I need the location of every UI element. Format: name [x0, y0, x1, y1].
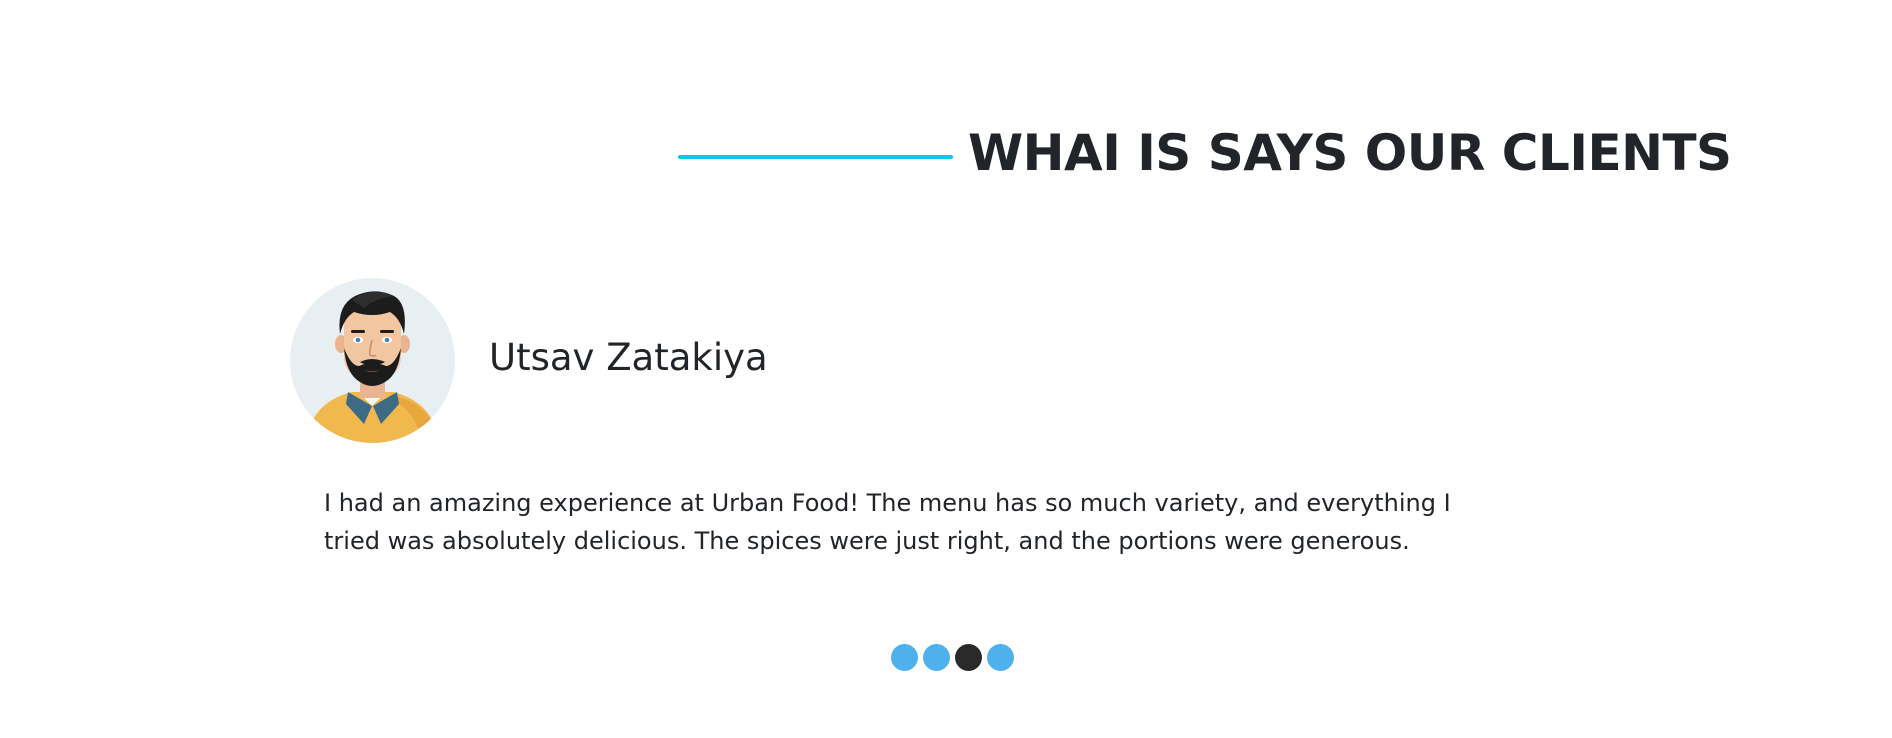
carousel-dot-1[interactable] — [891, 644, 918, 671]
heading-accent-line — [678, 155, 953, 159]
carousel-dot-2[interactable] — [923, 644, 950, 671]
carousel-indicators — [891, 644, 1014, 671]
carousel-dot-4[interactable] — [987, 644, 1014, 671]
section-title: WHAI IS SAYS OUR CLIENTS — [968, 124, 1732, 182]
bearded-man-avatar-icon — [310, 291, 435, 443]
client-avatar — [290, 278, 455, 443]
client-header: Utsav Zatakiya — [290, 278, 1190, 443]
section-heading: WHAI IS SAYS OUR CLIENTS — [0, 118, 1892, 188]
client-name: Utsav Zatakiya — [489, 336, 768, 379]
testimonials-section: WHAI IS SAYS OUR CLIENTS Utsav Zatakiya … — [0, 0, 1892, 738]
carousel-dot-3-active[interactable] — [955, 644, 982, 671]
testimonial-text: I had an amazing experience at Urban Foo… — [324, 489, 1451, 555]
